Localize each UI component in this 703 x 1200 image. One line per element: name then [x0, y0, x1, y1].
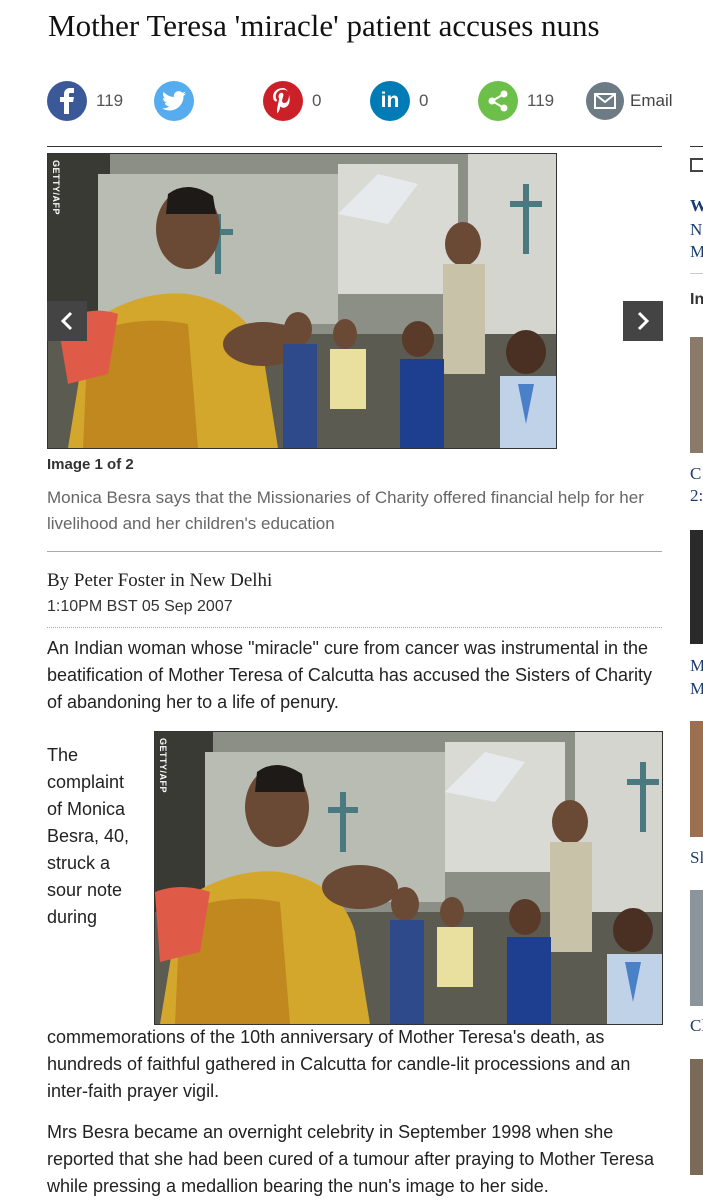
linkedin-share-button[interactable]: in: [370, 81, 410, 121]
inline-photo-credit: GETTY/AFP: [158, 738, 168, 794]
caption-divider: [47, 551, 662, 552]
photo-credit: GETTY/AFP: [51, 160, 61, 216]
linkedin-share-count: 0: [419, 91, 429, 110]
generic-share-count: 119: [527, 91, 555, 110]
byline-divider: [47, 627, 662, 628]
chevron-left-icon: [60, 311, 73, 331]
article-headline: Mother Teresa 'miracle' patient accuses …: [48, 8, 600, 43]
sidebar-thumbnail[interactable]: [690, 721, 703, 837]
gallery-counter: Image 1 of 2: [47, 456, 134, 473]
article-paragraph-1: An Indian woman whose "miracle" cure fro…: [47, 638, 652, 712]
sidebar-section-heading: In: [690, 291, 703, 308]
wrap-line: complaint: [47, 772, 125, 792]
twitter-share-button[interactable]: [154, 81, 194, 121]
sidebar-link[interactable]: M: [690, 656, 703, 676]
facebook-icon: [60, 88, 74, 114]
dateline: 1:10PM BST 05 Sep 2007: [47, 598, 233, 615]
email-share-button[interactable]: [586, 82, 624, 120]
article-paragraph-2-rest: commemorations of the 10th anniversary o…: [47, 1027, 631, 1101]
share-icon: [488, 90, 508, 112]
pinterest-share-count: 0: [312, 91, 322, 110]
sidebar-thumbnail[interactable]: [690, 337, 703, 453]
sidebar-link[interactable]: Cl: [690, 1016, 703, 1036]
pinterest-share-button[interactable]: [263, 81, 303, 121]
sidebar-heading[interactable]: W: [690, 196, 703, 216]
facebook-share-count: 119: [96, 91, 124, 110]
byline: By Peter Foster in New Delhi: [47, 570, 273, 591]
sidebar-line[interactable]: N: [690, 220, 703, 240]
wrap-line: Besra, 40,: [47, 826, 130, 846]
facebook-share-button[interactable]: [47, 81, 87, 121]
share-divider: [47, 146, 662, 147]
wrap-line: during: [47, 907, 98, 927]
article-paragraph-3: Mrs Besra became an overnight celebrity …: [47, 1122, 655, 1196]
linkedin-icon: in: [380, 89, 400, 112]
gallery-caption: Monica Besra says that the Missionaries …: [47, 488, 644, 533]
article-paragraph-2-wrap: The complaint of Monica Besra, 40, struc…: [47, 742, 147, 931]
sidebar-thumbnail[interactable]: [690, 890, 703, 1006]
sidebar-link[interactable]: C: [690, 464, 703, 484]
sidebar-thumbnail[interactable]: [690, 1059, 703, 1175]
email-share-label[interactable]: Email: [630, 91, 673, 111]
envelope-icon: [594, 93, 616, 109]
twitter-icon: [162, 91, 186, 111]
wrap-line: The: [47, 745, 79, 765]
sidebar-link[interactable]: M: [690, 679, 703, 699]
sidebar-thumbnail[interactable]: [690, 530, 703, 644]
gallery-next-button[interactable]: [623, 301, 663, 341]
sidebar-divider: [690, 273, 703, 274]
wrap-line: struck a: [47, 853, 111, 873]
pinterest-icon: [273, 88, 290, 114]
wrap-line: of Monica: [47, 799, 126, 819]
sidebar-monitor-icon: [690, 158, 703, 172]
sidebar-line[interactable]: M: [690, 242, 703, 262]
sidebar-link[interactable]: 2:: [690, 486, 703, 506]
sidebar-link[interactable]: Sl: [690, 848, 703, 868]
wrap-line: sour note: [47, 880, 123, 900]
gallery-prev-button[interactable]: [47, 301, 87, 341]
gallery-photo: GETTY/AFP: [47, 153, 557, 449]
generic-share-button[interactable]: [478, 81, 518, 121]
inline-article-photo: GETTY/AFP: [154, 731, 663, 1025]
chevron-right-icon: [637, 311, 650, 331]
sidebar-divider: [690, 146, 703, 147]
